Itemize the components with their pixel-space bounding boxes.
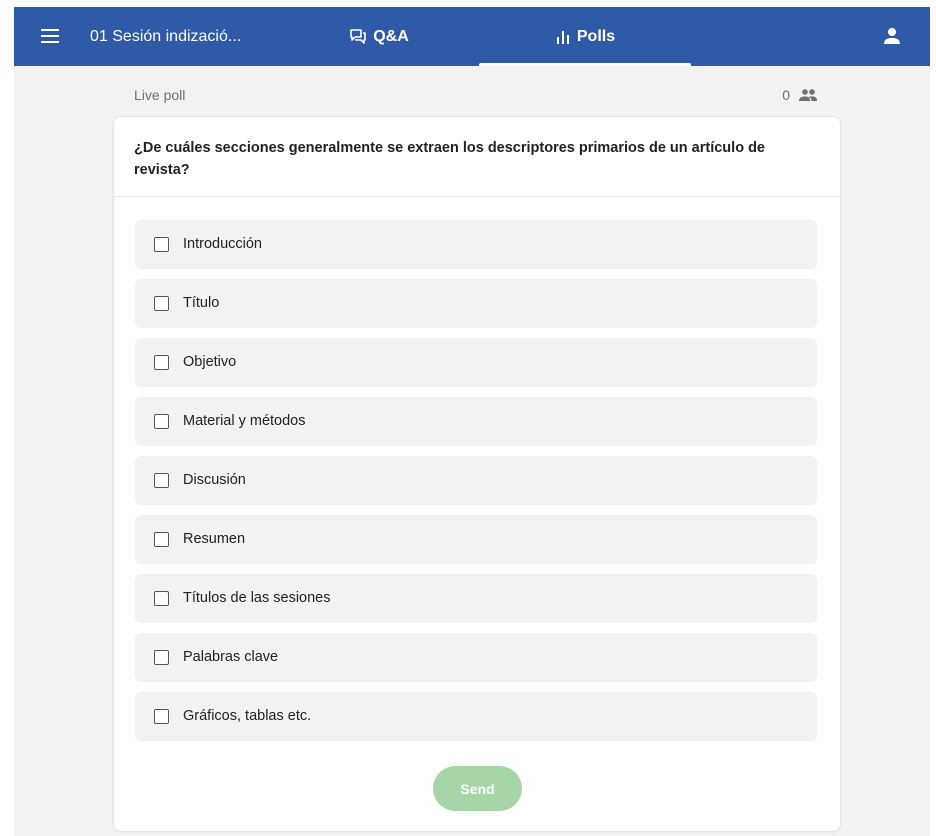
checkbox[interactable] [154, 532, 169, 547]
poll-option[interactable]: Discusión [135, 456, 817, 505]
participant-counter: 0 [782, 87, 818, 103]
poll-option[interactable]: Objetivo [135, 338, 817, 387]
user-icon [884, 28, 900, 44]
poll-option[interactable]: Gráficos, tablas etc. [135, 692, 817, 741]
menu-icon-line [41, 29, 59, 31]
tab-qa[interactable]: Q&A [314, 7, 444, 66]
people-icon [799, 89, 817, 101]
poll-card: ¿De cuáles secciones generalmente se ext… [113, 116, 841, 832]
option-label: Resumen [183, 531, 246, 547]
poll-option[interactable]: Títulos de las sesiones [135, 574, 817, 623]
menu-icon-line [41, 35, 59, 37]
poll-question: ¿De cuáles secciones generalmente se ext… [134, 140, 765, 178]
tab-polls-label: Polls [576, 27, 616, 45]
option-label: Títulos de las sesiones [183, 590, 331, 606]
menu-button[interactable] [38, 26, 62, 46]
checkbox[interactable] [154, 650, 169, 665]
tab-qa-label: Q&A [373, 27, 409, 45]
option-label: Título [183, 295, 220, 311]
checkbox[interactable] [154, 355, 169, 370]
active-tab-indicator [479, 63, 691, 66]
poll-option[interactable]: Material y métodos [135, 397, 817, 446]
option-label: Discusión [183, 472, 246, 488]
poll-option[interactable]: Palabras clave [135, 633, 817, 682]
poll-option[interactable]: Resumen [135, 515, 817, 564]
option-label: Introducción [183, 236, 262, 252]
checkbox[interactable] [154, 473, 169, 488]
tab-polls[interactable]: Polls [479, 7, 691, 66]
user-button[interactable] [880, 24, 904, 48]
poll-options: Introducción Título Objetivo Material y … [135, 220, 817, 751]
checkbox[interactable] [154, 709, 169, 724]
checkbox[interactable] [154, 296, 169, 311]
checkbox[interactable] [154, 414, 169, 429]
menu-icon-line [41, 41, 59, 43]
option-label: Material y métodos [183, 413, 306, 429]
poll-status-row: Live poll 0 [134, 86, 818, 106]
bar-chart-icon [556, 30, 569, 44]
option-label: Objetivo [183, 354, 237, 370]
divider [114, 196, 840, 197]
checkbox[interactable] [154, 237, 169, 252]
option-label: Gráficos, tablas etc. [183, 708, 312, 724]
chat-bubbles-icon [350, 28, 367, 44]
app-frame: 01 Sesión indizació... Q&A Polls Live po… [14, 7, 930, 836]
session-title[interactable]: 01 Sesión indizació... [90, 27, 241, 47]
poll-option[interactable]: Título [135, 279, 817, 328]
send-button[interactable]: Send [433, 766, 522, 811]
option-label: Palabras clave [183, 649, 279, 665]
participant-count: 0 [782, 87, 790, 103]
checkbox[interactable] [154, 591, 169, 606]
poll-option[interactable]: Introducción [135, 220, 817, 269]
top-bar: 01 Sesión indizació... Q&A Polls [14, 7, 930, 66]
live-poll-label: Live poll [134, 87, 186, 103]
